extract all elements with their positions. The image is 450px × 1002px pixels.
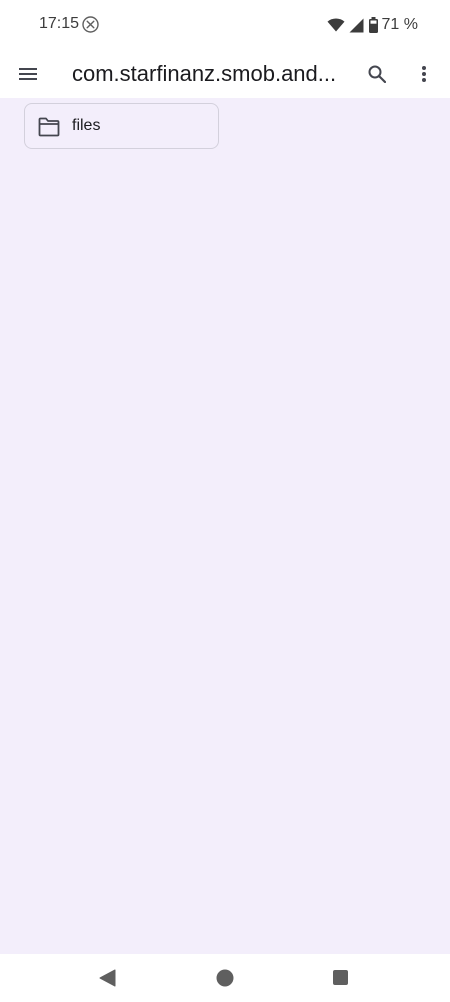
hamburger-menu-icon — [19, 68, 37, 80]
status-bar: 17:15 71 % — [0, 0, 450, 50]
folder-label: files — [72, 117, 101, 134]
back-icon[interactable] — [99, 969, 117, 987]
cellular-signal-icon — [349, 18, 364, 32]
folder-icon — [38, 117, 60, 137]
more-vert-icon — [422, 66, 426, 82]
status-icons: 71 % — [327, 14, 418, 36]
menu-button[interactable] — [6, 52, 50, 96]
file-list: files — [0, 98, 450, 954]
folder-item-files[interactable]: files — [24, 103, 219, 149]
status-time: 17:15 — [39, 15, 80, 32]
system-navigation-bar — [0, 954, 450, 1002]
home-icon[interactable] — [216, 969, 234, 987]
battery-icon — [368, 17, 378, 33]
app-bar: com.starfinanz.smob.and... — [0, 50, 450, 98]
circle-x-icon — [82, 16, 99, 33]
page-title: com.starfinanz.smob.and... — [72, 61, 337, 86]
search-icon — [368, 65, 386, 83]
battery-percentage: 71 % — [381, 16, 418, 33]
wifi-icon — [327, 18, 345, 32]
search-button[interactable] — [355, 52, 399, 96]
recents-icon[interactable] — [333, 970, 348, 985]
more-options-button[interactable] — [402, 52, 446, 96]
